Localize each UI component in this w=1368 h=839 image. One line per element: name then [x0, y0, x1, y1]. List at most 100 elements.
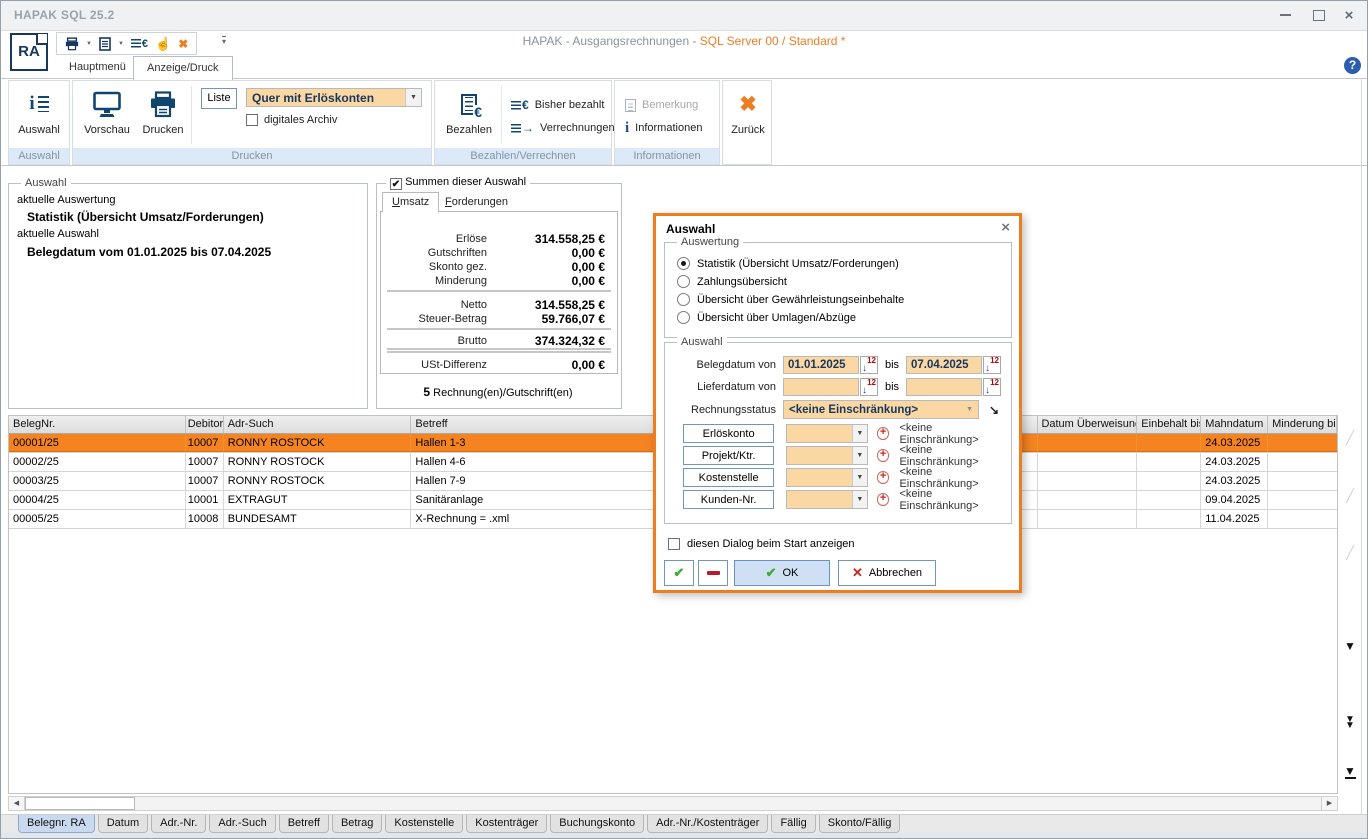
sort-tab-faellig[interactable]: Fällig: [771, 815, 815, 833]
col-einbehalt-bis[interactable]: Einbehalt bis: [1137, 416, 1201, 433]
add-filter-icon[interactable]: +: [877, 427, 890, 440]
projekt-button[interactable]: Projekt/Ktr.: [683, 446, 774, 465]
col-belegnr[interactable]: BelegNr.: [9, 416, 186, 433]
calendar-icon[interactable]: 12↓: [983, 356, 1001, 374]
apply-button[interactable]: ✔: [664, 560, 694, 586]
sort-tab-adrsuch[interactable]: Adr.-Such: [209, 815, 275, 833]
checkbox-box: ✔: [390, 178, 402, 190]
add-filter-icon[interactable]: +: [877, 471, 890, 484]
cross-icon: ✕: [852, 565, 863, 581]
col-adrsuch[interactable]: Adr-Such: [224, 416, 412, 433]
sort-tab-kostenstelle[interactable]: Kostenstelle: [385, 815, 463, 833]
calendar-icon[interactable]: 12↓: [983, 378, 1001, 396]
ribbon-group-zurueck: ✖ Zurück: [722, 80, 772, 165]
rechnungsstatus-row: Rechnungsstatus <keine Einschränkung> ▼ …: [671, 400, 999, 419]
col-mahndatum[interactable]: Mahndatum: [1201, 416, 1268, 433]
info-icon: i: [625, 120, 629, 137]
kundennr-combobox[interactable]: ▼: [786, 490, 868, 509]
calendar-icon[interactable]: 12↓: [860, 356, 878, 374]
print-layout-combobox[interactable]: Quer mit Erlöskonten ▼: [246, 88, 422, 107]
digitales-archiv-checkbox[interactable]: digitales Archiv: [246, 111, 337, 129]
kostenstelle-combobox[interactable]: ▼: [786, 468, 868, 487]
belegdatum-von-input[interactable]: 01.01.2025: [783, 356, 859, 374]
minimize-button[interactable]: [1272, 5, 1298, 25]
separator: [387, 290, 611, 292]
scroll-last-icon[interactable]: ▼: [1340, 766, 1360, 779]
summen-checkbox[interactable]: ✔ Summen dieser Auswahl: [386, 176, 530, 190]
show-dialog-checkbox[interactable]: diesen Dialog beim Start anzeigen: [668, 538, 855, 550]
maximize-button[interactable]: [1306, 5, 1332, 25]
drucken-button[interactable]: Drucken: [135, 83, 191, 145]
lieferdatum-row: Lieferdatum von 12↓ bis 12↓: [671, 377, 1001, 396]
sort-tab-belegnr[interactable]: Belegnr. RA: [18, 815, 95, 833]
sort-tab-adrnr-kostentraeger[interactable]: Adr.-Nr./Kostenträger: [647, 815, 768, 833]
col-datum-ueberweisung[interactable]: Datum Überweisung: [1038, 416, 1137, 433]
col-minderung-bis[interactable]: Minderung bis: [1268, 416, 1337, 433]
sort-tab-betreff[interactable]: Betreff: [279, 815, 329, 833]
kundennr-button[interactable]: Kunden-Nr.: [683, 490, 774, 509]
scrollbar-thumb[interactable]: [25, 797, 135, 810]
value-aktuelle-auswertung: Statistik (Übersicht Umsatz/Forderungen): [27, 210, 264, 224]
chevron-down-icon[interactable]: ▼: [405, 89, 421, 106]
radio-zahlungsuebersicht[interactable]: Zahlungsübersicht: [677, 274, 787, 289]
radio-umlagen[interactable]: Übersicht über Umlagen/Abzüge: [677, 310, 856, 325]
rechnungsstatus-combobox[interactable]: <keine Einschränkung> ▼: [783, 400, 979, 419]
auswahl-button[interactable]: i Auswahl: [11, 83, 67, 145]
add-filter-icon[interactable]: +: [877, 449, 890, 462]
belegdatum-bis-input[interactable]: 07.04.2025: [906, 356, 982, 374]
ok-button[interactable]: ✔OK: [734, 560, 830, 586]
erloeskonto-button[interactable]: Erlöskonto: [683, 424, 774, 443]
tab-anzeige-druck[interactable]: Anzeige/Druck: [133, 56, 233, 80]
radio-gewaehrleistung[interactable]: Übersicht über Gewährleistungseinbehalte: [677, 292, 904, 307]
radio-icon: [677, 311, 690, 324]
clear-button[interactable]: [698, 560, 728, 586]
erloeskonto-combobox[interactable]: ▼: [786, 424, 868, 443]
cancel-button[interactable]: ✕Abbrechen: [838, 560, 936, 586]
scroll-left-icon[interactable]: ◀: [9, 797, 25, 810]
window-title: HAPAK SQL 25.2: [14, 8, 114, 22]
horizontal-scrollbar[interactable]: ◀ ▶: [8, 796, 1338, 811]
selection-list-icon: i: [29, 93, 48, 115]
sort-tab-buchungskonto[interactable]: Buchungskonto: [550, 815, 644, 833]
liste-button[interactable]: Liste: [201, 88, 237, 109]
scroll-down-icon[interactable]: ▼: [1340, 641, 1360, 651]
zurueck-button[interactable]: ✖ Zurück: [720, 83, 776, 145]
checkbox-box: [246, 114, 258, 126]
lieferdatum-bis-input[interactable]: [906, 378, 982, 396]
help-icon[interactable]: ?: [1344, 57, 1361, 74]
dialog-close-icon[interactable]: ×: [1001, 219, 1010, 236]
scroll-right-icon[interactable]: ▶: [1321, 797, 1337, 810]
sort-tab-betrag[interactable]: Betrag: [332, 815, 382, 833]
scroll-pagedown-icon[interactable]: ▼ ▼: [1340, 717, 1360, 729]
kostenstelle-button[interactable]: Kostenstelle: [683, 468, 774, 487]
bezahlen-button[interactable]: € Bezahlen: [441, 83, 497, 145]
sort-tab-kostentraeger[interactable]: Kostenträger: [466, 815, 547, 833]
tab-hauptmenu[interactable]: Hauptmenü: [56, 57, 139, 78]
verrechnungen-button[interactable]: → Verrechnungen: [511, 119, 615, 137]
sort-tab-skonto-faellig[interactable]: Skonto/Fällig: [819, 815, 901, 833]
sum-row: Minderung0,00 €: [391, 274, 605, 287]
auswahl-fieldset: Auswahl Belegdatum von 01.01.2025 12↓ bi…: [664, 342, 1012, 524]
tab-umsatz[interactable]: Umsatz: [382, 192, 439, 213]
radio-statistik[interactable]: Statistik (Übersicht Umsatz/Forderungen): [677, 256, 899, 271]
check-icon: ✔: [766, 565, 777, 581]
calendar-icon[interactable]: 12↓: [860, 378, 878, 396]
col-debitor[interactable]: Debitor: [186, 416, 224, 433]
printer-icon: [149, 91, 177, 118]
sort-tab-datum[interactable]: Datum: [98, 815, 148, 833]
close-button[interactable]: ×: [1336, 5, 1362, 25]
chevron-down-icon: ▼: [852, 491, 867, 508]
projekt-combobox[interactable]: ▼: [786, 446, 868, 465]
informationen-button[interactable]: i Informationen: [625, 119, 702, 137]
maximize-icon: [1313, 10, 1325, 21]
vorschau-button[interactable]: Vorschau: [79, 83, 135, 145]
sort-tab-adrnr[interactable]: Adr.-Nr.: [151, 815, 206, 833]
lieferdatum-von-input[interactable]: [783, 378, 859, 396]
expand-filter-icon[interactable]: ↘: [989, 403, 999, 417]
radio-icon: [677, 257, 690, 270]
bisher-bezahlt-button[interactable]: € Bisher bezahlt: [511, 96, 604, 114]
minimize-icon: [1280, 14, 1291, 16]
add-filter-icon[interactable]: +: [877, 493, 890, 506]
tab-forderungen[interactable]: Forderungen: [436, 193, 517, 212]
chevron-down-icon: ▼: [852, 469, 867, 486]
